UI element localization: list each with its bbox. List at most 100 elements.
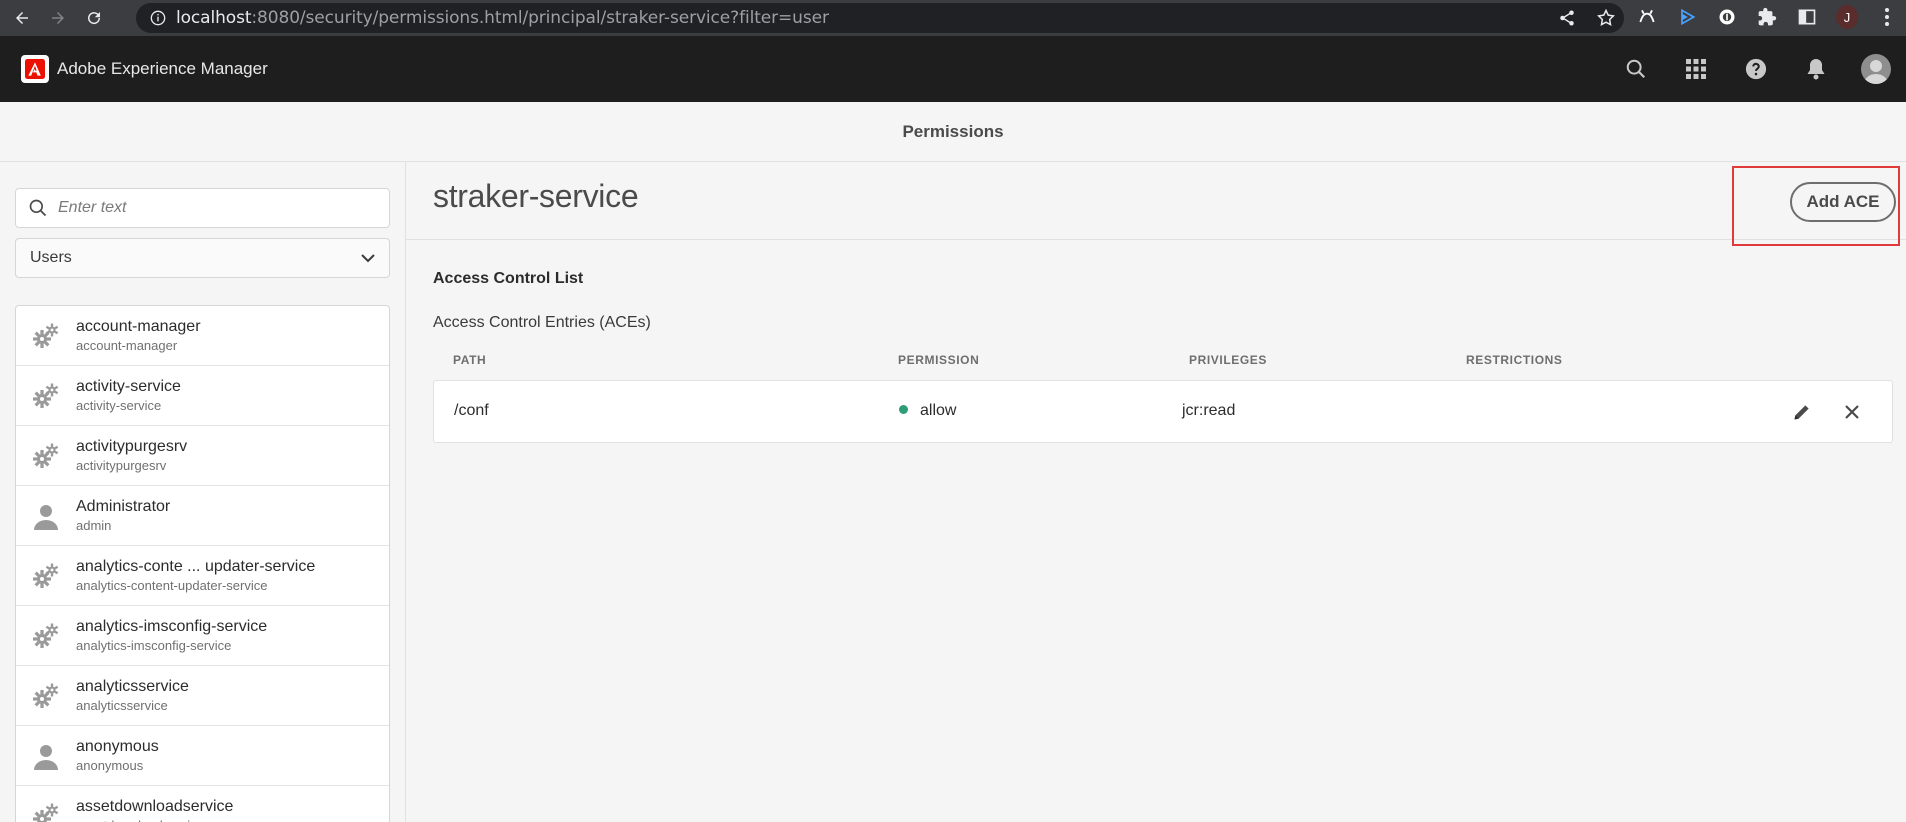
bell-icon [1807,59,1825,80]
delete-ace-button[interactable] [1839,399,1865,425]
aem-header: Adobe Experience Manager [0,36,1906,102]
gear-icon [16,666,76,726]
list-item[interactable]: assetdownloadservice assetdownloadservice [16,786,389,822]
gear-icon [16,606,76,666]
principal-header: straker-service Add ACE [406,162,1906,246]
list-item[interactable]: activitypurgesrv activitypurgesrv [16,426,389,486]
search-icon [29,199,47,217]
principal-name: anonymous [76,737,159,755]
aces-heading: Access Control Entries (ACEs) [433,314,651,331]
gear-icon [16,546,76,606]
url-host: localhost [176,8,252,28]
allow-status-dot [899,405,908,414]
principal-id: analyticsservice [76,697,168,713]
principal-id: anonymous [76,757,144,773]
principal-id: activitypurgesrv [76,457,167,473]
help-icon [1745,58,1767,80]
reload-button[interactable] [80,4,108,32]
arrow-left-icon [16,12,28,24]
back-button[interactable] [8,4,36,32]
principal-name: analyticsservice [76,677,189,695]
list-item[interactable]: activity-service activity-service [16,366,389,426]
user-menu-button[interactable] [1846,36,1906,102]
gear-icon [16,306,76,366]
table-header: PATH PERMISSION PRIVILEGES RESTRICTIONS [433,350,1893,372]
chevron-down-icon [361,254,375,263]
ace-path: /conf [454,402,489,419]
share-icon[interactable] [1558,9,1576,27]
puzzle-extensions-icon[interactable] [1756,6,1778,28]
principal-sidebar: Users account-manager account-manager act… [0,162,406,822]
principal-name: assetdownloadservice [76,797,234,815]
info-icon [150,10,166,26]
search-button[interactable] [1606,36,1666,102]
forward-button[interactable] [44,4,72,32]
gear-icon [16,786,76,822]
star-icon[interactable] [1596,8,1616,28]
principal-id: assetdownloadservice [76,817,233,822]
list-item[interactable]: analytics-conte ... updater-service analy… [16,546,389,606]
profile-avatar[interactable]: J [1836,5,1858,29]
filter-value: Users [30,249,72,266]
column-header-restrictions: RESTRICTIONS [1466,353,1563,367]
reload-icon [88,12,101,25]
user-avatar [1861,54,1891,84]
search-icon [1626,59,1646,79]
list-item[interactable]: Administrator admin [16,486,389,546]
column-header-path: PATH [453,353,487,367]
principal-title: straker-service [433,178,639,214]
principal-name: analytics-imsconfig-service [76,617,268,635]
user-icon [16,726,76,786]
ace-permission-label: allow [920,402,957,419]
principal-list: account-manager account-manager activity-… [15,305,390,822]
gear-icon [16,366,76,426]
adobe-logo[interactable] [21,55,49,83]
acl-heading: Access Control List [433,270,584,287]
sidepanel-icon[interactable] [1796,6,1818,28]
url-path: :8080/security/permissions.html/principa… [251,8,829,28]
adobe-logo-icon [25,59,45,79]
gear-icon [16,426,76,486]
principal-id: activity-service [76,397,162,413]
search-field[interactable] [15,188,390,228]
address-bar[interactable]: localhost:8080/security/permissions.html… [136,3,1624,33]
column-header-privileges: PRIVILEGES [1189,353,1268,367]
browser-toolbar: localhost:8080/security/permissions.html… [0,0,1906,36]
url-text: localhost:8080/security/permissions.html… [176,8,829,28]
grid-icon [1686,59,1706,79]
principal-name: Administrator [76,497,171,515]
arrow-right-icon [52,12,64,24]
principal-id: analytics-imsconfig-service [76,637,232,653]
close-icon [1845,405,1859,419]
password-extension-icon[interactable] [1716,6,1738,28]
app-title[interactable]: Adobe Experience Manager [57,59,268,79]
play-extension-icon[interactable] [1676,6,1698,28]
principal-name: activity-service [76,377,181,395]
column-header-permission: PERMISSION [898,353,980,367]
pencil-icon [1794,405,1809,420]
notifications-button[interactable] [1786,36,1846,102]
permissions-panel: straker-service Add ACE Access Control L… [406,162,1906,822]
principal-name: account-manager [76,317,201,335]
list-item[interactable]: account-manager account-manager [16,306,389,366]
principal-id: admin [76,517,112,533]
list-item[interactable]: anonymous anonymous [16,726,389,786]
principal-id: account-manager [76,337,178,353]
list-item[interactable]: analytics-imsconfig-service analytics-ims… [16,606,389,666]
ace-permission: allow [899,402,956,420]
table-row: /conf allow jcr:read [433,380,1893,443]
principal-name: activitypurgesrv [76,437,188,455]
edit-ace-button[interactable] [1789,399,1815,425]
principal-name: analytics-conte ... updater-service [76,557,316,575]
solutions-button[interactable] [1666,36,1726,102]
list-item[interactable]: analyticsservice analyticsservice [16,666,389,726]
search-input[interactable] [58,199,358,217]
ace-privileges: jcr:read [1182,402,1236,419]
more-vert-icon[interactable] [1876,6,1898,28]
principal-type-select[interactable]: Users [15,238,390,278]
add-ace-button[interactable]: Add ACE [1790,182,1896,222]
user-icon [16,486,76,546]
help-button[interactable] [1726,36,1786,102]
principal-id: analytics-content-updater-service [76,577,268,593]
gnu-extension-icon[interactable] [1636,6,1658,28]
